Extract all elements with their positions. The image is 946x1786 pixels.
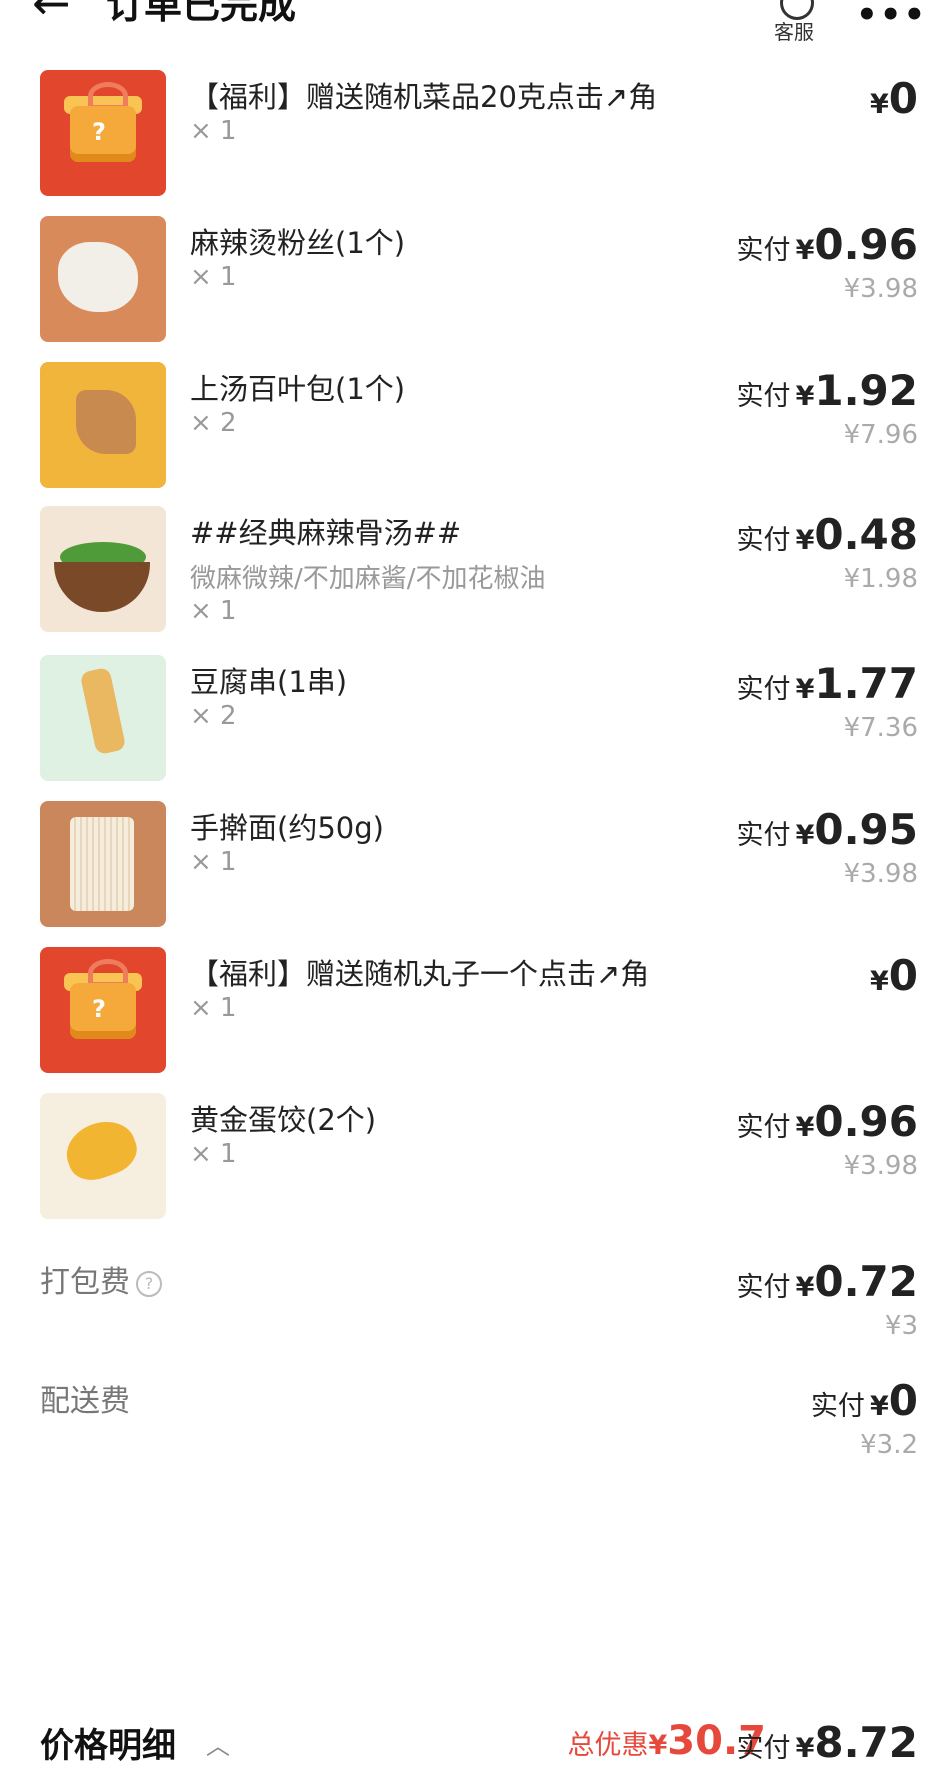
customer-service-label: 客服 — [774, 20, 814, 44]
tofu-skewer-image — [40, 655, 166, 781]
item-price: 实付 ¥0.95 — [736, 805, 918, 854]
item-original-price: ¥7.96 — [843, 420, 918, 450]
header: ← 订单已完成 客服 ••• — [0, 0, 946, 62]
page-title: 订单已完成 — [106, 0, 297, 27]
order-item: 麻辣烫粉丝(1个) × 1 实付 ¥0.96 ¥3.98 — [0, 216, 946, 356]
gift-box-image: ? — [40, 70, 166, 196]
item-quantity: × 1 — [190, 1139, 237, 1169]
more-dots-icon[interactable]: ••• — [856, 0, 927, 32]
item-price: 实付 ¥0.48 — [736, 510, 918, 559]
delivery-fee-price: 实付 ¥0 — [810, 1376, 918, 1425]
item-price: ¥0 — [869, 951, 918, 1000]
gift-box-image: ? — [40, 947, 166, 1073]
item-price: 实付 ¥1.77 — [736, 659, 918, 708]
item-name: 上汤百叶包(1个) — [190, 372, 406, 406]
item-quantity: × 1 — [190, 116, 237, 146]
item-quantity: × 1 — [190, 847, 237, 877]
price-summary-bar[interactable]: 价格明细 ︿ 总优惠¥30.7 实付 ¥8.72 — [0, 1718, 946, 1778]
item-price: 实付 ¥1.92 — [736, 366, 918, 415]
item-price: ¥0 — [869, 74, 918, 123]
item-quantity: × 1 — [190, 596, 237, 626]
question-circle-icon[interactable]: ? — [136, 1270, 162, 1297]
item-original-price: ¥3.98 — [843, 274, 918, 304]
item-quantity: × 1 — [190, 262, 237, 292]
item-name: 黄金蛋饺(2个) — [190, 1103, 377, 1137]
packing-fee-original: ¥3 — [884, 1311, 918, 1341]
total-paid: 实付 ¥8.72 — [736, 1718, 918, 1767]
price-detail-title[interactable]: 价格明细 — [40, 1718, 176, 1767]
order-item: 黄金蛋饺(2个) × 1 实付 ¥0.96 ¥3.98 — [0, 1093, 946, 1233]
item-original-price: ¥7.36 — [843, 713, 918, 743]
packing-fee-row: 打包费? 实付 ¥0.72 ¥3 — [0, 1253, 946, 1363]
order-item: ? 【福利】赠送随机丸子一个点击↗角 × 1 ¥0 — [0, 947, 946, 1087]
vermicelli-image — [40, 216, 166, 342]
tofu-skin-roll-image — [40, 362, 166, 488]
item-name: 【福利】赠送随机菜品20克点击↗角 — [190, 80, 658, 114]
order-item: ##经典麻辣骨汤## 微麻微辣/不加麻酱/不加花椒油 × 1 实付 ¥0.48 … — [0, 506, 946, 656]
item-name: 【福利】赠送随机丸子一个点击↗角 — [190, 957, 650, 991]
packing-fee-price: 实付 ¥0.72 — [736, 1257, 918, 1306]
soup-base-image — [40, 506, 166, 632]
item-quantity: × 2 — [190, 701, 237, 731]
chevron-up-icon[interactable]: ︿ — [206, 1726, 230, 1761]
item-name: 手擀面(约50g) — [190, 811, 384, 845]
item-quantity: × 1 — [190, 993, 237, 1023]
item-price: 实付 ¥0.96 — [736, 220, 918, 269]
order-item: 手擀面(约50g) × 1 实付 ¥0.95 ¥3.98 — [0, 801, 946, 941]
item-name: ##经典麻辣骨汤## — [190, 516, 462, 550]
order-item: 豆腐串(1串) × 2 实付 ¥1.77 ¥7.36 — [0, 655, 946, 795]
delivery-fee-label: 配送费 — [40, 1384, 130, 1419]
order-item: 上汤百叶包(1个) × 2 实付 ¥1.92 ¥7.96 — [0, 362, 946, 502]
item-original-price: ¥1.98 — [843, 564, 918, 594]
item-name: 麻辣烫粉丝(1个) — [190, 226, 406, 260]
item-original-price: ¥3.98 — [843, 859, 918, 889]
item-original-price: ¥3.98 — [843, 1151, 918, 1181]
item-quantity: × 2 — [190, 408, 237, 438]
customer-service-button[interactable]: 客服 — [764, 0, 824, 50]
order-item: ? 【福利】赠送随机菜品20克点击↗角 × 1 ¥0 — [0, 70, 946, 210]
packing-fee-label: 打包费 — [40, 1265, 130, 1300]
delivery-fee-row: 配送费 实付 ¥0 ¥3.2 — [0, 1372, 946, 1482]
item-price: 实付 ¥0.96 — [736, 1097, 918, 1146]
item-name: 豆腐串(1串) — [190, 665, 348, 699]
delivery-fee-original: ¥3.2 — [860, 1430, 918, 1460]
arrow-left-icon[interactable]: ← — [32, 0, 71, 26]
egg-dumpling-image — [40, 1093, 166, 1219]
item-spec: 微麻微辣/不加麻酱/不加花椒油 — [190, 564, 546, 594]
hand-pulled-noodle-image — [40, 801, 166, 927]
